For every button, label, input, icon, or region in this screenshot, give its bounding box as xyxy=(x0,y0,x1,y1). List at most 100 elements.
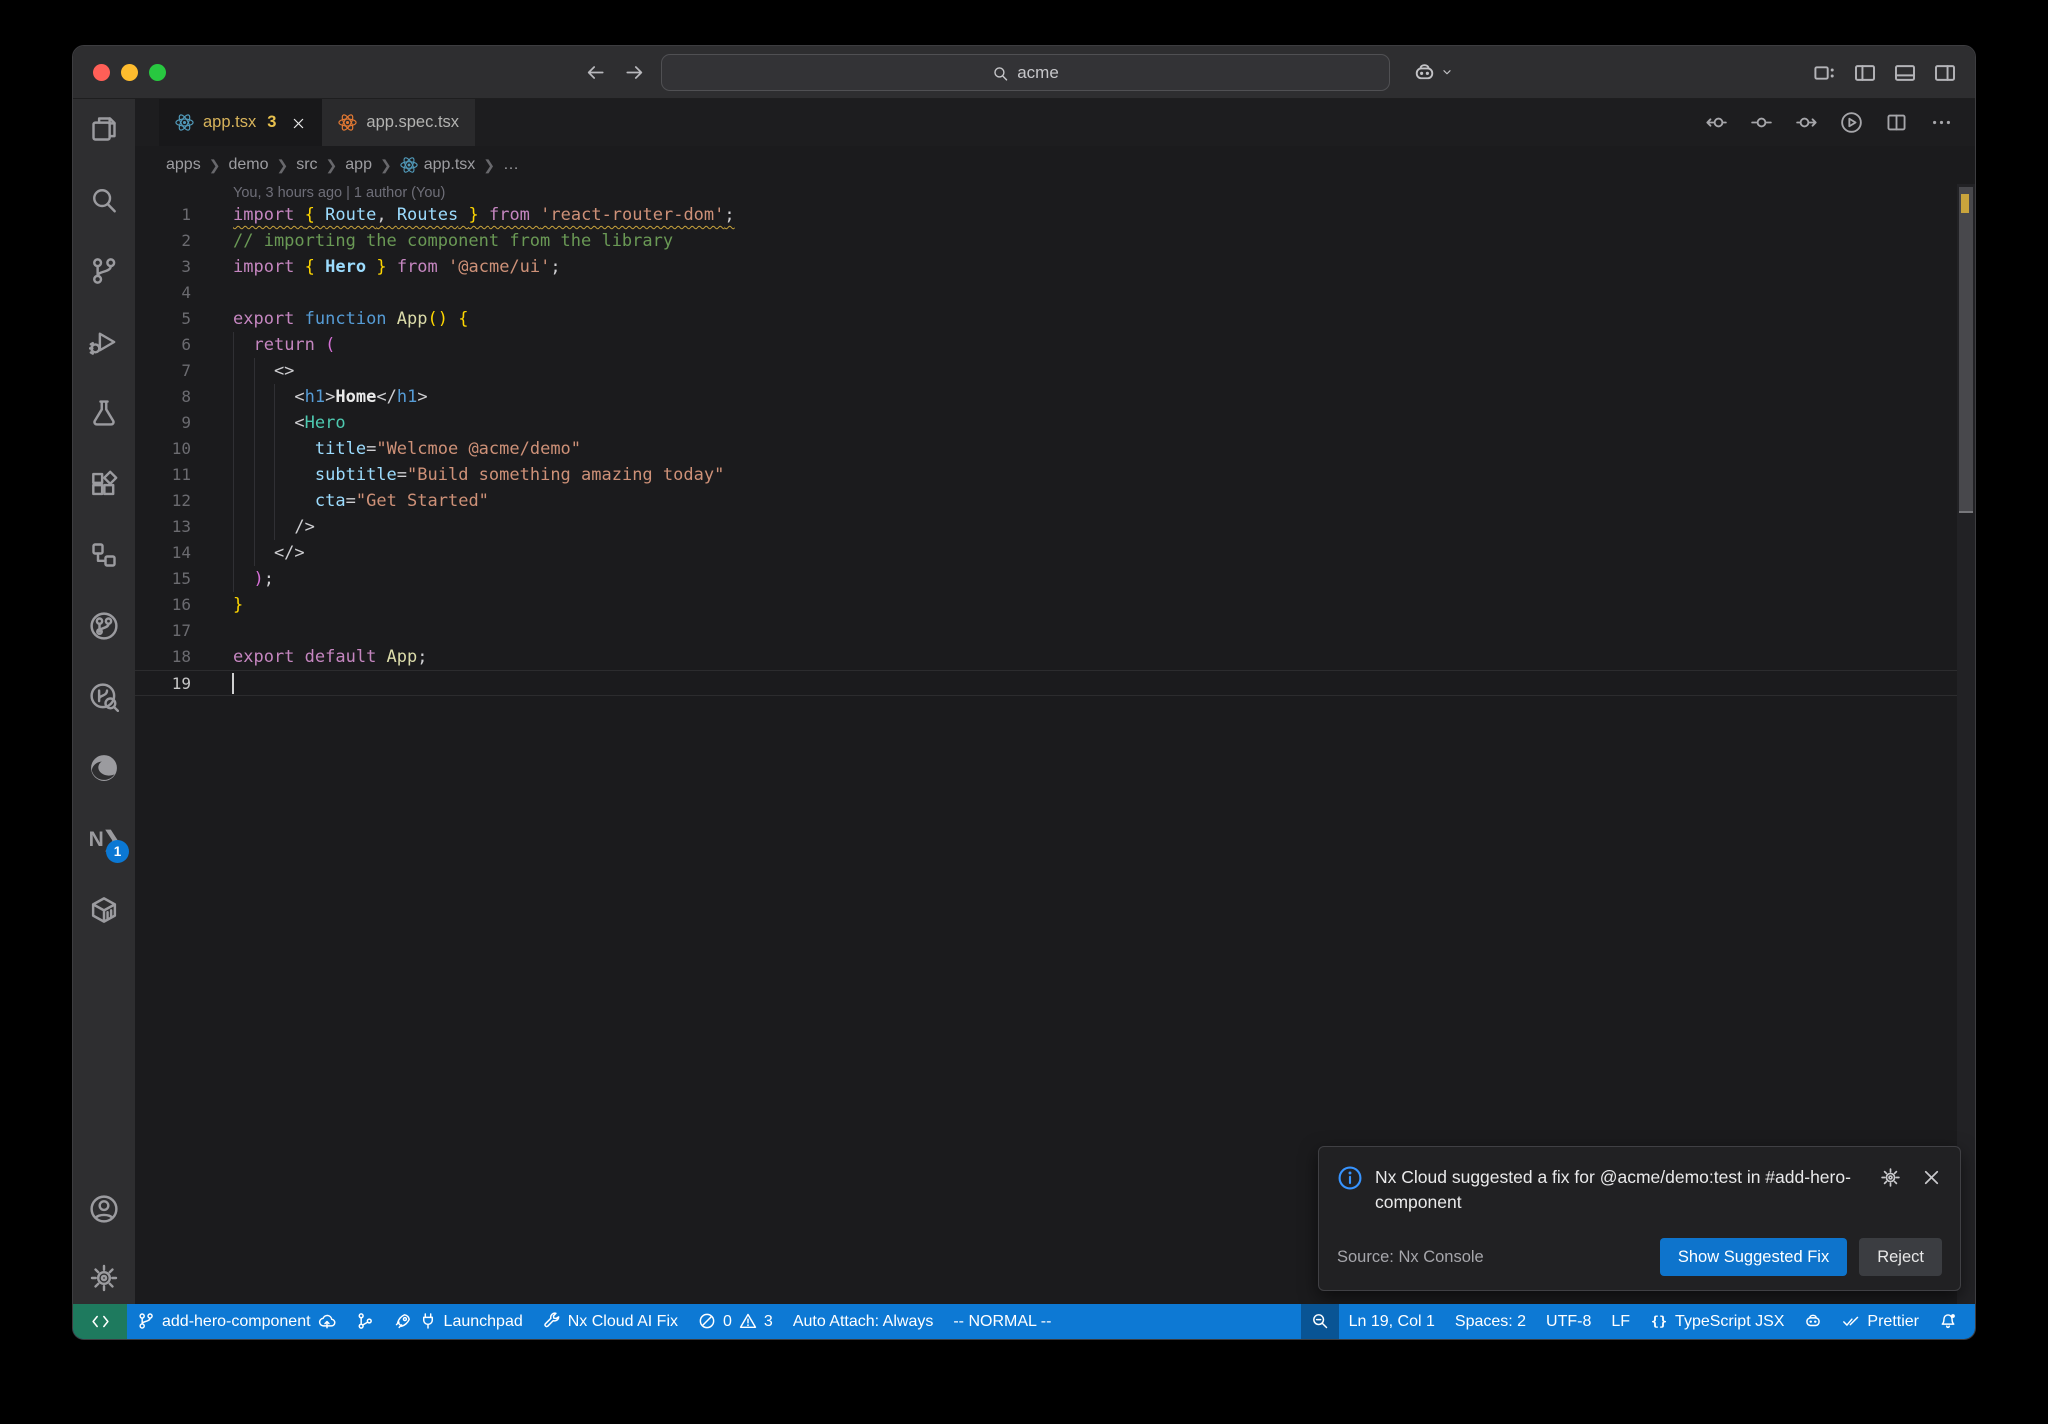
vscode-window: acme N❯ 1 app.tsx 3 app.spec.tsx apps ❯ demo ❯… xyxy=(72,45,1976,1340)
notification-settings-gear-icon[interactable] xyxy=(1880,1167,1901,1188)
status-problems[interactable]: 03 xyxy=(688,1304,783,1339)
activity-gitlens-inspect-icon[interactable] xyxy=(88,681,120,713)
status-nx-cloud-ai-fix[interactable]: Nx Cloud AI Fix xyxy=(533,1304,688,1339)
code-line-9[interactable]: 9 <Hero xyxy=(135,410,1975,436)
activity-testing-icon[interactable] xyxy=(88,397,120,429)
line-number: 16 xyxy=(171,595,191,614)
check-double-icon xyxy=(1842,1312,1860,1330)
remote-indicator[interactable] xyxy=(73,1304,127,1339)
breadcrumb-item[interactable]: app.tsx xyxy=(400,156,475,174)
status-cursor-position[interactable]: Ln 19, Col 1 xyxy=(1339,1304,1445,1339)
code-line-10[interactable]: 10 title="Welcmoe @acme/demo" xyxy=(135,436,1975,462)
status-launchpad[interactable]: Launchpad xyxy=(384,1304,533,1339)
code-line-16[interactable]: 16} xyxy=(135,592,1975,618)
breadcrumb-item[interactable]: demo xyxy=(228,156,268,174)
breadcrumb-item[interactable]: app xyxy=(345,156,372,174)
code-line-12[interactable]: 12 cta="Get Started" xyxy=(135,488,1975,514)
status-zoom[interactable] xyxy=(1300,1304,1339,1339)
status-language-mode[interactable]: {} TypeScript JSX xyxy=(1640,1304,1794,1339)
line-number: 1 xyxy=(181,205,191,224)
info-icon xyxy=(1337,1165,1363,1216)
code-line-3[interactable]: 3 import { Hero } from '@acme/ui'; xyxy=(135,254,1975,280)
activity-explorer-icon[interactable] xyxy=(88,113,120,145)
code-line-1[interactable]: 1 import { Route, Routes } from 'react-ro… xyxy=(135,202,1975,228)
more-actions-icon[interactable] xyxy=(1930,111,1953,134)
code-line-8[interactable]: 8 <h1>Home</h1> xyxy=(135,384,1975,410)
toggle-primary-sidebar-icon[interactable] xyxy=(1853,61,1877,85)
code-line-11[interactable]: 11 subtitle="Build something amazing tod… xyxy=(135,462,1975,488)
activity-edge-browser-icon[interactable] xyxy=(88,752,120,784)
code-line-2[interactable]: 2// importing the component from the lib… xyxy=(135,228,1975,254)
toggle-secondary-sidebar-icon[interactable] xyxy=(1933,61,1957,85)
rocket-icon xyxy=(394,1312,412,1330)
breadcrumb-item[interactable]: src xyxy=(296,156,317,174)
activity-extensions-icon[interactable] xyxy=(88,468,120,500)
status-prettier[interactable]: Prettier xyxy=(1832,1304,1929,1339)
status-notifications[interactable] xyxy=(1929,1304,1967,1339)
copilot-menu[interactable] xyxy=(1413,46,1454,99)
text-cursor xyxy=(232,673,234,694)
tab-app.spec.tsx[interactable]: app.spec.tsx xyxy=(322,99,476,146)
status-indentation[interactable]: Spaces: 2 xyxy=(1445,1304,1536,1339)
scrollbar-thumb[interactable] xyxy=(1959,187,1973,513)
activity-run-and-debug-icon[interactable] xyxy=(88,326,120,358)
show-suggested-fix-button[interactable]: Show Suggested Fix xyxy=(1659,1238,1848,1276)
line-number: 18 xyxy=(171,647,191,666)
status-encoding[interactable]: UTF-8 xyxy=(1536,1304,1601,1339)
nx-badge: 1 xyxy=(106,840,129,863)
split-editor-icon[interactable] xyxy=(1885,111,1908,134)
status-vim-mode[interactable]: -- NORMAL -- xyxy=(943,1304,1061,1339)
status-copilot[interactable] xyxy=(1794,1304,1832,1339)
status-branch[interactable]: add-hero-component xyxy=(127,1304,346,1339)
scm-prev-commit-icon[interactable] xyxy=(1705,111,1728,134)
line-number: 13 xyxy=(171,517,191,536)
activity-search-icon[interactable] xyxy=(88,184,120,216)
status-auto-attach[interactable]: Auto Attach: Always xyxy=(783,1304,944,1339)
code-line-7[interactable]: 7 <> xyxy=(135,358,1975,384)
line-number: 3 xyxy=(181,257,191,276)
command-center[interactable]: acme xyxy=(661,54,1390,91)
plug-icon xyxy=(419,1312,437,1330)
code-editor[interactable]: You, 3 hours ago | 1 author (You) 1 impor… xyxy=(135,184,1975,1304)
bell-dot-icon xyxy=(1939,1312,1957,1330)
code-line-14[interactable]: 14 </> xyxy=(135,540,1975,566)
breadcrumb-item[interactable]: … xyxy=(503,156,519,174)
code-line-13[interactable]: 13 /> xyxy=(135,514,1975,540)
breadcrumb-item[interactable]: apps xyxy=(166,156,201,174)
status-eol[interactable]: LF xyxy=(1601,1304,1640,1339)
forward-button[interactable] xyxy=(624,62,645,83)
code-line-6[interactable]: 6 return ( xyxy=(135,332,1975,358)
status-git-graph[interactable] xyxy=(346,1304,384,1339)
reject-button[interactable]: Reject xyxy=(1859,1238,1942,1276)
activity-containers-icon[interactable] xyxy=(88,894,120,926)
customize-layout-icon[interactable] xyxy=(1813,61,1837,85)
zoom-window-button[interactable] xyxy=(149,64,166,81)
code-line-4[interactable]: 4 xyxy=(135,280,1975,306)
overview-ruler-warning-mark xyxy=(1961,194,1969,213)
run-file-icon[interactable] xyxy=(1840,111,1863,134)
activity-hierarchy-icon[interactable] xyxy=(88,539,120,571)
scm-next-commit-icon[interactable] xyxy=(1795,111,1818,134)
line-number: 5 xyxy=(181,309,191,328)
tab-app.tsx[interactable]: app.tsx 3 xyxy=(159,99,323,146)
code-line-17[interactable]: 17 xyxy=(135,618,1975,644)
minimize-window-button[interactable] xyxy=(121,64,138,81)
activity-accounts-icon[interactable] xyxy=(88,1193,120,1225)
toggle-panel-icon[interactable] xyxy=(1893,61,1917,85)
code-line-18[interactable]: 18 export default App; xyxy=(135,644,1975,670)
code-line-19[interactable]: 19 xyxy=(135,670,1975,696)
activity-source-control-icon[interactable] xyxy=(88,255,120,287)
editor-scrollbar[interactable] xyxy=(1957,184,1975,1304)
tab-label: app.spec.tsx xyxy=(366,113,460,131)
notification-close-icon[interactable] xyxy=(1921,1167,1942,1188)
activity-gitlens-icon[interactable] xyxy=(88,610,120,642)
activity-nx-console-icon[interactable]: N❯ 1 xyxy=(88,823,129,863)
close-window-button[interactable] xyxy=(93,64,110,81)
activity-settings-icon[interactable] xyxy=(88,1262,120,1294)
tab-strip: app.tsx 3 app.spec.tsx xyxy=(135,99,1975,146)
back-button[interactable] xyxy=(585,62,606,83)
git-commit-icon[interactable] xyxy=(1750,111,1773,134)
code-line-5[interactable]: 5 export function App() { xyxy=(135,306,1975,332)
tab-close-icon[interactable] xyxy=(291,114,306,131)
code-line-15[interactable]: 15 ); xyxy=(135,566,1975,592)
